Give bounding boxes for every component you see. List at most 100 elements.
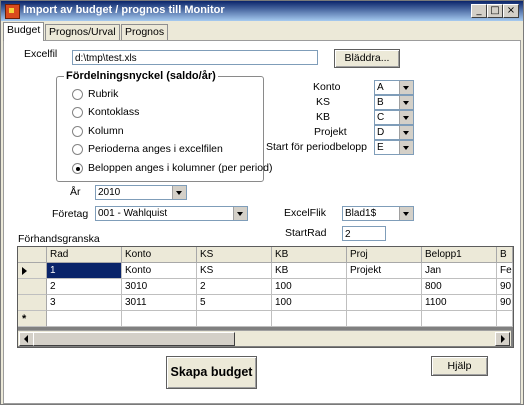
help-button[interactable]: Hjälp bbox=[431, 356, 488, 376]
kb-label: KB bbox=[316, 111, 331, 123]
radio-icon bbox=[72, 89, 83, 100]
radio-icon bbox=[72, 126, 83, 137]
scroll-right-icon[interactable] bbox=[495, 332, 510, 346]
grid-cell[interactable] bbox=[497, 311, 513, 327]
grid-cell[interactable]: 90 bbox=[497, 279, 513, 295]
grid-cell[interactable]: 2 bbox=[197, 279, 272, 295]
preview-label: Förhandsgranska bbox=[18, 233, 100, 245]
grid-cell[interactable] bbox=[422, 311, 497, 327]
konto-column-select[interactable]: A bbox=[374, 80, 414, 95]
start-periodbelopp-value: E bbox=[377, 142, 384, 153]
grid-cell[interactable]: KB bbox=[272, 263, 347, 279]
kb-column-select[interactable]: C bbox=[374, 110, 414, 125]
grid-cell[interactable] bbox=[47, 311, 122, 327]
grid-cell[interactable] bbox=[347, 295, 422, 311]
grid-cell[interactable]: KS bbox=[197, 263, 272, 279]
radio-label: Beloppen anges i kolumner (per period) bbox=[88, 162, 273, 174]
create-budget-button[interactable]: Skapa budget bbox=[166, 356, 257, 389]
grid-header-row: Rad Konto KS KB Proj Belopp1 B bbox=[18, 247, 513, 263]
column-header-konto[interactable]: Konto bbox=[122, 247, 197, 263]
preview-grid[interactable]: Rad Konto KS KB Proj Belopp1 B 1 Konto K… bbox=[17, 246, 514, 348]
excelfil-label: Excelfil bbox=[24, 48, 58, 60]
app-icon bbox=[5, 4, 20, 19]
title-bar[interactable]: Import av budget / prognos till Monitor … bbox=[1, 1, 523, 21]
ar-select[interactable]: 2010 bbox=[95, 185, 187, 200]
dropdown-arrow-icon[interactable] bbox=[399, 207, 413, 220]
grid-cell[interactable]: 5 bbox=[197, 295, 272, 311]
foretag-value: 001 - Wahlquist bbox=[98, 208, 168, 219]
fordelning-title: Fördelningsnyckel (saldo/år) bbox=[64, 70, 218, 82]
excelfil-input[interactable]: d:\tmp\test.xls bbox=[72, 50, 318, 65]
row-header[interactable] bbox=[18, 279, 47, 295]
new-row[interactable]: * bbox=[18, 311, 513, 327]
grid-cell[interactable]: 100 bbox=[272, 279, 347, 295]
close-button[interactable]: × bbox=[503, 4, 519, 18]
kb-column-value: C bbox=[377, 112, 385, 123]
radio-label: Kolumn bbox=[88, 125, 124, 137]
dropdown-arrow-icon[interactable] bbox=[399, 141, 413, 154]
grid-cell[interactable]: 1 bbox=[47, 263, 122, 279]
grid-cell[interactable]: Projekt bbox=[347, 263, 422, 279]
new-row-marker-icon: * bbox=[22, 313, 27, 325]
grid-cell[interactable] bbox=[347, 279, 422, 295]
excelflik-label: ExcelFlik bbox=[284, 207, 327, 219]
tab-prognos[interactable]: Prognos bbox=[121, 24, 169, 40]
table-row[interactable]: 1 Konto KS KB Projekt Jan Fe bbox=[18, 263, 513, 279]
row-header[interactable] bbox=[18, 263, 47, 279]
dropdown-arrow-icon[interactable] bbox=[233, 207, 247, 220]
scroll-thumb[interactable] bbox=[33, 332, 235, 346]
tab-prognos-urval[interactable]: Prognos/Urval bbox=[45, 24, 120, 40]
grid-cell[interactable]: 800 bbox=[422, 279, 497, 295]
grid-cell[interactable]: 3011 bbox=[122, 295, 197, 311]
radio-icon bbox=[72, 107, 83, 118]
start-periodbelopp-select[interactable]: E bbox=[374, 140, 414, 155]
column-header-proj[interactable]: Proj bbox=[347, 247, 422, 263]
table-row[interactable]: 3 3011 5 100 1100 90 bbox=[18, 295, 513, 311]
window-title: Import av budget / prognos till Monitor bbox=[23, 4, 225, 16]
radio-checked-icon bbox=[72, 163, 83, 174]
radio-label: Rubrik bbox=[88, 88, 119, 100]
radio-label: Perioderna anges i excelfilen bbox=[88, 143, 223, 155]
grid-cell[interactable] bbox=[272, 311, 347, 327]
grid-cell[interactable]: Fe bbox=[497, 263, 513, 279]
grid-cell[interactable]: 1100 bbox=[422, 295, 497, 311]
tab-budget[interactable]: Budget bbox=[3, 22, 45, 41]
grid-cell[interactable] bbox=[122, 311, 197, 327]
horizontal-scrollbar[interactable] bbox=[18, 330, 511, 346]
grid-cell[interactable]: 90 bbox=[497, 295, 513, 311]
startrad-input[interactable]: 2 bbox=[342, 226, 386, 241]
startrad-label: StartRad bbox=[285, 227, 327, 239]
excelflik-select[interactable]: Blad1$ bbox=[342, 206, 414, 221]
grid-cell[interactable]: Konto bbox=[122, 263, 197, 279]
dropdown-arrow-icon[interactable] bbox=[399, 126, 413, 139]
browse-button[interactable]: Bläddra... bbox=[334, 49, 400, 68]
grid-cell[interactable]: 100 bbox=[272, 295, 347, 311]
grid-cell[interactable]: 3010 bbox=[122, 279, 197, 295]
table-row[interactable]: 2 3010 2 100 800 90 bbox=[18, 279, 513, 295]
grid-cell[interactable]: 2 bbox=[47, 279, 122, 295]
grid-cell[interactable]: 3 bbox=[47, 295, 122, 311]
column-header-rad[interactable]: Rad bbox=[47, 247, 122, 263]
dropdown-arrow-icon[interactable] bbox=[399, 111, 413, 124]
ks-column-select[interactable]: B bbox=[374, 95, 414, 110]
ks-column-value: B bbox=[377, 97, 384, 108]
scroll-left-icon[interactable] bbox=[19, 332, 34, 346]
column-header-b[interactable]: B bbox=[497, 247, 513, 263]
dropdown-arrow-icon[interactable] bbox=[172, 186, 186, 199]
row-header[interactable] bbox=[18, 295, 47, 311]
grid-cell[interactable]: Jan bbox=[422, 263, 497, 279]
dropdown-arrow-icon[interactable] bbox=[399, 81, 413, 94]
row-header[interactable]: * bbox=[18, 311, 47, 327]
grid-cell[interactable] bbox=[197, 311, 272, 327]
column-header-ks[interactable]: KS bbox=[197, 247, 272, 263]
column-header-belopp1[interactable]: Belopp1 bbox=[422, 247, 497, 263]
grid-cell[interactable] bbox=[347, 311, 422, 327]
minimize-button[interactable]: _ bbox=[471, 4, 487, 18]
projekt-column-select[interactable]: D bbox=[374, 125, 414, 140]
current-row-arrow-icon bbox=[22, 267, 27, 275]
konto-label: Konto bbox=[313, 81, 341, 93]
column-header-kb[interactable]: KB bbox=[272, 247, 347, 263]
dropdown-arrow-icon[interactable] bbox=[399, 96, 413, 109]
maximize-button[interactable]: □ bbox=[487, 4, 503, 18]
foretag-select[interactable]: 001 - Wahlquist bbox=[95, 206, 248, 221]
